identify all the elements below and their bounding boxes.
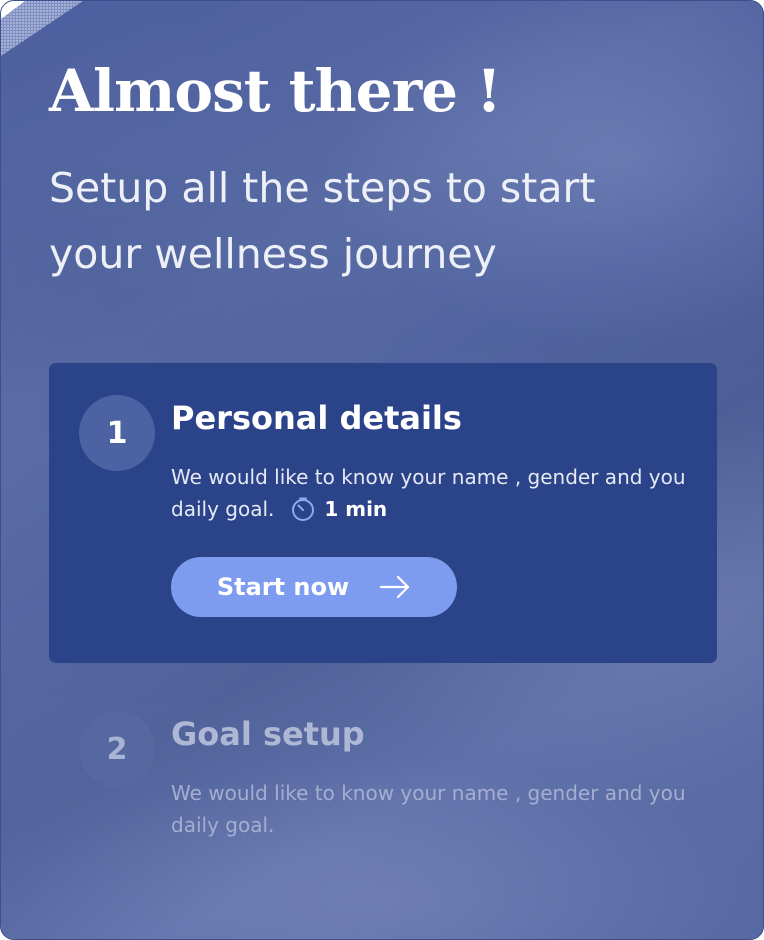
page-title: Almost there ! bbox=[49, 57, 502, 125]
step-title: Personal details bbox=[171, 399, 462, 437]
step-card-personal-details: 1 Personal details We would like to know… bbox=[49, 363, 717, 663]
timer-icon bbox=[292, 497, 315, 521]
arrow-right-icon bbox=[380, 575, 410, 599]
duration-indicator: 1 min bbox=[290, 493, 387, 525]
step-description-text: We would like to know your name , gender… bbox=[171, 465, 686, 521]
duration-text: 1 min bbox=[324, 496, 388, 521]
step-description: We would like to know your name , gender… bbox=[171, 461, 701, 527]
page-subtitle: Setup all the steps to start your wellne… bbox=[49, 164, 596, 278]
step-number-badge: 2 bbox=[79, 711, 155, 787]
start-now-label: Start now bbox=[216, 573, 350, 601]
step-title: Goal setup bbox=[171, 715, 365, 753]
onboarding-card: Almost there ! Setup all the steps to st… bbox=[0, 0, 764, 940]
start-now-button[interactable]: Start now bbox=[171, 557, 457, 617]
step-goal-setup: 2 Goal setup We would like to know your … bbox=[49, 701, 717, 861]
step-number-badge: 1 bbox=[79, 395, 155, 471]
step-description: We would like to know your name , gender… bbox=[171, 781, 686, 837]
